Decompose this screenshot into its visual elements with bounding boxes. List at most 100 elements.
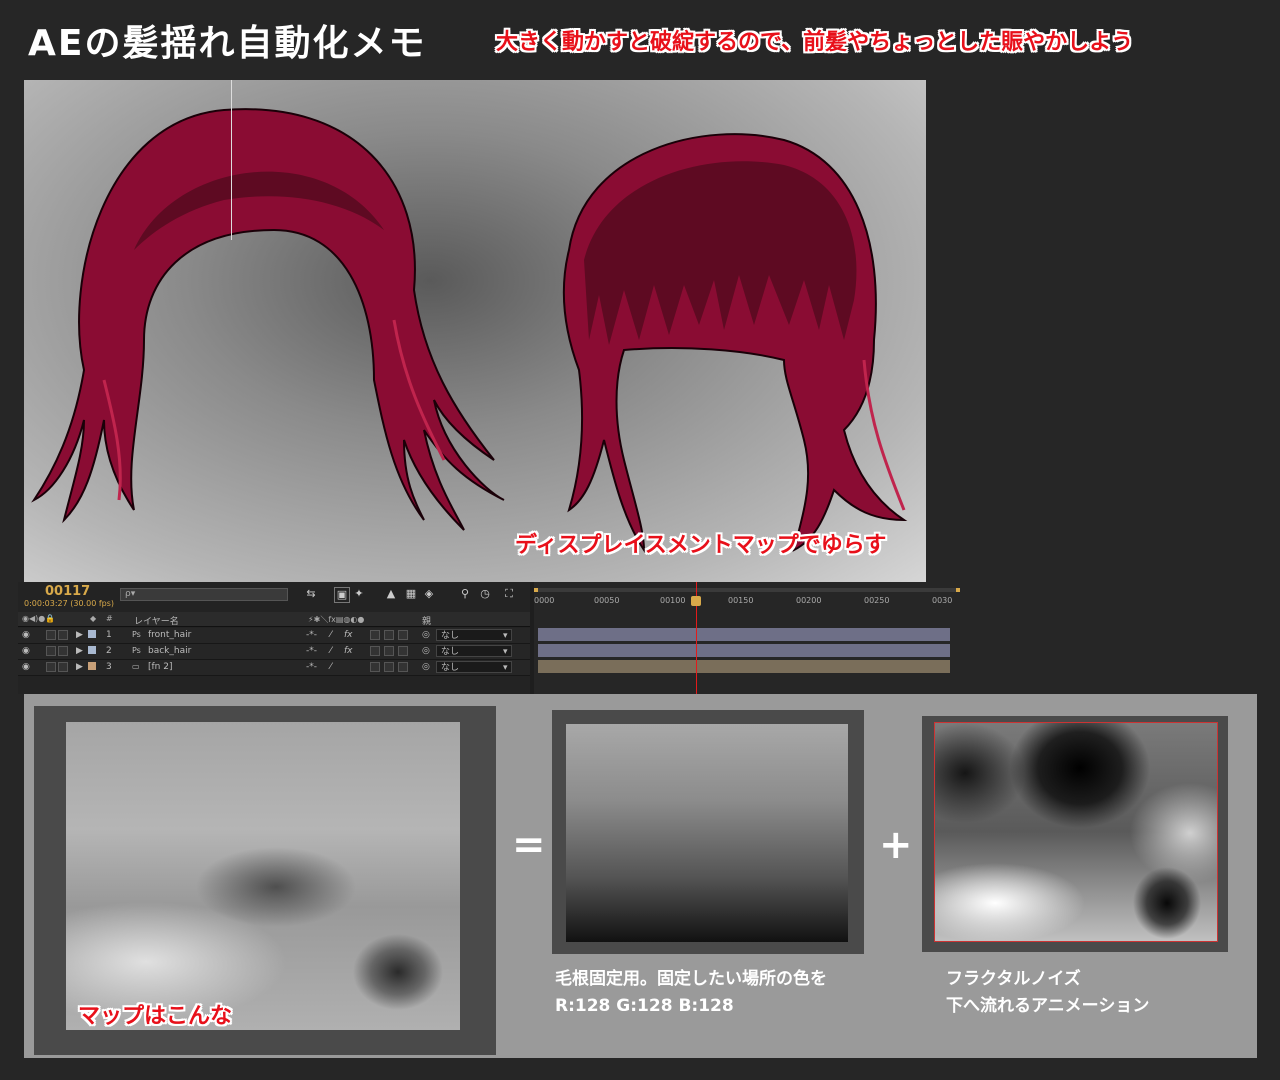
quality-switch-icon[interactable]: ⁄ bbox=[330, 662, 332, 672]
motion-blur-switch[interactable] bbox=[384, 646, 394, 656]
layer-column-header: ◉◀)●🔒 ◆ # レイヤー名 ⚡✱＼fx▤◍◐● 親 bbox=[18, 612, 530, 627]
frame-blend-switch[interactable] bbox=[370, 662, 380, 672]
chart-icon[interactable]: ⛶ bbox=[502, 587, 516, 601]
work-area-bar[interactable] bbox=[534, 588, 960, 592]
layer-name-column-header[interactable]: レイヤー名 bbox=[134, 614, 179, 627]
label-column-icon: ◆ bbox=[90, 614, 97, 623]
displacement-map-image bbox=[66, 722, 460, 1030]
noise-desc-line: 下へ流れるアニメーション bbox=[946, 996, 1150, 1016]
solo-switch[interactable] bbox=[46, 662, 56, 672]
motion-blur-icon[interactable]: ▦ bbox=[404, 587, 418, 601]
ruler-tick-label: 0000 bbox=[534, 596, 555, 605]
label-color-box[interactable] bbox=[88, 630, 96, 638]
layer-duration-bar[interactable] bbox=[538, 644, 950, 657]
pickwhip-icon[interactable]: ◎ bbox=[422, 662, 430, 672]
hide-shy-layers-icon[interactable]: ✦ bbox=[352, 587, 366, 601]
chevron-down-icon: ▾ bbox=[503, 647, 508, 657]
subtitle-note: 大きく動かすと破綻するので、前髪やちょっとした賑やかしよう bbox=[496, 30, 1134, 55]
back-hair-illustration bbox=[31, 108, 505, 531]
gradient-desc-line: R:128 G:128 B:128 bbox=[555, 996, 734, 1016]
fractal-noise-frame bbox=[922, 716, 1228, 952]
3d-layer-switch[interactable] bbox=[398, 630, 408, 640]
gradient-desc-line: 毛根固定用。固定したい場所の色を bbox=[555, 969, 827, 989]
gradient-image bbox=[566, 724, 848, 942]
motion-blur-switch[interactable] bbox=[384, 630, 394, 640]
parent-dropdown[interactable]: なし ▾ bbox=[436, 661, 512, 673]
gradient-description: 毛根固定用。固定したい場所の色を R:128 G:128 B:128 bbox=[555, 966, 827, 1020]
layer-row[interactable]: ◉ ▶ 2 Ps back_hair -*- ⁄ fx ◎ なし ▾ bbox=[18, 644, 530, 660]
front-hair-illustration bbox=[562, 133, 908, 554]
layer-row[interactable]: ◉ ▶ 1 Ps front_hair -*- ⁄ fx ◎ なし ▾ bbox=[18, 628, 530, 644]
ruler-tick-label: 00100 bbox=[660, 596, 686, 605]
noise-desc-line: フラクタルノイズ bbox=[946, 969, 1081, 989]
time-ruler[interactable]: 0000 00050 00100 00150 00200 00250 0030 bbox=[534, 588, 960, 612]
layer-panel: 00117 0:00:03:27 (30.00 fps) ρ▾ ⇆ ▣ ✦ ▲ … bbox=[18, 582, 530, 694]
search-icon[interactable]: ⚲ bbox=[458, 587, 472, 601]
layer-duration-bar[interactable] bbox=[538, 660, 950, 673]
fx-switch-icon[interactable]: fx bbox=[344, 630, 353, 640]
expand-triangle-icon[interactable]: ▶ bbox=[76, 662, 83, 672]
chevron-down-icon: ▾ bbox=[503, 631, 508, 641]
current-frame[interactable]: 00117 bbox=[45, 584, 90, 599]
psd-layer-icon: Ps bbox=[132, 646, 141, 655]
ruler-tick-label: 00050 bbox=[594, 596, 620, 605]
layer-row[interactable]: ◉ ▶ 3 ▭ [fn 2] -*- ⁄ ◎ なし ▾ bbox=[18, 660, 530, 676]
layer-index: 2 bbox=[106, 646, 112, 656]
motion-blur-switch[interactable] bbox=[384, 662, 394, 672]
layer-search-input[interactable]: ρ▾ bbox=[120, 588, 288, 601]
eye-icon[interactable]: ◉ bbox=[22, 646, 30, 656]
solo-switch[interactable] bbox=[46, 630, 56, 640]
frame-blending-icon[interactable]: ▲ bbox=[384, 587, 398, 601]
frame-blend-switch[interactable] bbox=[370, 646, 380, 656]
ruler-tick-label: 00150 bbox=[728, 596, 754, 605]
gradient-frame bbox=[552, 710, 864, 954]
draft-3d-icon[interactable]: ▣ bbox=[334, 587, 350, 603]
layer-index: 1 bbox=[106, 630, 112, 640]
shy-switch-icon[interactable]: -*- bbox=[306, 630, 317, 640]
parent-dropdown[interactable]: なし ▾ bbox=[436, 645, 512, 657]
shy-switch-icon[interactable]: -*- bbox=[306, 646, 317, 656]
expand-triangle-icon[interactable]: ▶ bbox=[76, 630, 83, 640]
viewer-guide-line bbox=[231, 80, 232, 240]
timeline-panel: 00117 0:00:03:27 (30.00 fps) ρ▾ ⇆ ▣ ✦ ▲ … bbox=[18, 582, 960, 694]
lock-switch[interactable] bbox=[58, 646, 68, 656]
timer-icon[interactable]: ◷ bbox=[478, 587, 492, 601]
solo-switch[interactable] bbox=[46, 646, 56, 656]
parent-dropdown[interactable]: なし ▾ bbox=[436, 629, 512, 641]
map-explanation-panel: マップはこんな = + 毛根固定用。固定したい場所の色を R:128 G:128… bbox=[24, 694, 1257, 1058]
lock-switch[interactable] bbox=[58, 630, 68, 640]
pickwhip-icon[interactable]: ◎ bbox=[422, 646, 430, 656]
layer-index: 3 bbox=[106, 662, 112, 672]
label-color-box[interactable] bbox=[88, 662, 96, 670]
equals-sign: = bbox=[512, 822, 546, 868]
eye-icon[interactable]: ◉ bbox=[22, 630, 30, 640]
playhead-handle[interactable] bbox=[691, 596, 701, 606]
quality-switch-icon[interactable]: ⁄ bbox=[330, 630, 332, 640]
label-color-box[interactable] bbox=[88, 646, 96, 654]
3d-layer-switch[interactable] bbox=[398, 646, 408, 656]
composition-viewer[interactable]: ディスプレイスメントマップでゆらす bbox=[24, 80, 926, 582]
fx-switch-icon[interactable]: fx bbox=[344, 646, 353, 656]
frame-blend-switch[interactable] bbox=[370, 630, 380, 640]
3d-layer-switch[interactable] bbox=[398, 662, 408, 672]
fractal-noise-image bbox=[934, 722, 1218, 942]
pickwhip-icon[interactable]: ◎ bbox=[422, 630, 430, 640]
composition-mini-flowchart-icon[interactable]: ⇆ bbox=[304, 587, 318, 601]
shy-switch-icon[interactable]: -*- bbox=[306, 662, 317, 672]
layer-name[interactable]: front_hair bbox=[148, 630, 191, 640]
expand-triangle-icon[interactable]: ▶ bbox=[76, 646, 83, 656]
layer-name[interactable]: [fn 2] bbox=[148, 662, 172, 672]
timeline-tracks[interactable]: 0000 00050 00100 00150 00200 00250 0030 bbox=[534, 582, 960, 694]
ruler-tick-label: 00200 bbox=[796, 596, 822, 605]
eye-icon[interactable]: ◉ bbox=[22, 662, 30, 672]
switches-column-icons: ⚡✱＼fx▤◍◐● bbox=[308, 615, 365, 624]
layer-name[interactable]: back_hair bbox=[148, 646, 191, 656]
layer-duration-bar[interactable] bbox=[538, 628, 950, 641]
graph-editor-icon[interactable]: ◈ bbox=[422, 587, 436, 601]
displacement-map-frame: マップはこんな bbox=[34, 706, 496, 1055]
parent-column-header: 親 bbox=[422, 617, 432, 627]
lock-switch[interactable] bbox=[58, 662, 68, 672]
av-features-icons: ◉◀)●🔒 bbox=[22, 614, 56, 623]
quality-switch-icon[interactable]: ⁄ bbox=[330, 646, 332, 656]
map-caption: マップはこんな bbox=[78, 1004, 233, 1029]
